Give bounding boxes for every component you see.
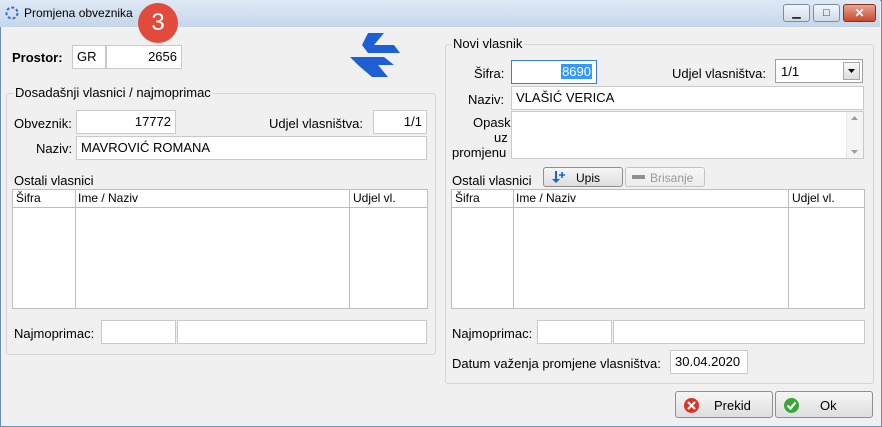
chevron-down-icon [848, 69, 855, 73]
maximize-icon: □ [823, 7, 830, 19]
right-ostali-label: Ostali vlasnici [452, 173, 532, 188]
left-grid-divider [75, 190, 76, 308]
left-grid-divider [349, 190, 350, 308]
left-najmoprimac-name-field[interactable] [177, 320, 427, 344]
obveznik-field[interactable]: 17772 [76, 110, 176, 134]
datum-label: Datum važenja promjene vlasništva: [452, 356, 661, 371]
app-icon [5, 6, 19, 20]
prekid-label: Prekid [714, 398, 751, 413]
cancel-icon [684, 398, 699, 413]
upis-label: Upis [576, 171, 601, 185]
right-grid-col-sifra[interactable]: Šifra [455, 191, 480, 205]
right-naziv-field[interactable]: VLAŠIĆ VERICA [511, 86, 864, 110]
right-najmoprimac-label: Najmoprimac: [452, 326, 533, 341]
brisanje-button[interactable]: Brisanje [625, 167, 705, 187]
upis-button[interactable]: Upis [543, 167, 623, 187]
left-najmoprimac-code-field[interactable] [101, 320, 176, 344]
udjel-dropdown-button[interactable] [843, 62, 860, 80]
right-grid-col-udjel[interactable]: Udjel vl. [792, 191, 835, 205]
right-sifra-label: Šifra: [474, 66, 505, 81]
prekid-button[interactable]: Prekid [675, 391, 773, 418]
scroll-up-icon[interactable] [850, 115, 859, 121]
scroll-down-icon[interactable] [850, 149, 859, 155]
close-button[interactable]: ✕ [843, 4, 876, 22]
right-udjel-selected: 1/1 [781, 64, 800, 79]
right-najmoprimac-code-field[interactable] [537, 320, 612, 344]
left-najmoprimac-label: Najmoprimac: [14, 326, 95, 341]
new-owner-group-title: Novi vlasnik [451, 36, 525, 51]
ownership-transfer-icon [350, 33, 400, 77]
right-sifra-field[interactable]: 8690 [511, 60, 597, 84]
datum-field[interactable]: 30.04.2020 [670, 350, 748, 374]
add-arrow-icon [552, 171, 565, 183]
left-naziv-label: Naziv: [36, 141, 73, 156]
right-naziv-label: Naziv: [468, 92, 505, 107]
right-udjel-select[interactable]: 1/1 [775, 59, 863, 83]
right-sifra-value: 8690 [561, 64, 592, 79]
ok-button[interactable]: Ok [775, 391, 873, 418]
opaska-textarea[interactable] [511, 111, 864, 159]
right-grid-col-naziv[interactable]: Ime / Naziv [516, 191, 576, 205]
minimize-button[interactable]: ▁ [783, 4, 810, 22]
left-grid-col-sifra[interactable]: Šifra [16, 191, 41, 205]
right-grid-divider [788, 190, 789, 308]
right-udjel-label: Udjel vlasništva: [672, 66, 766, 81]
ok-label: Ok [820, 398, 837, 413]
left-udjel-label: Udjel vlasništva: [269, 116, 363, 131]
prostor-number-field[interactable]: 2656 [106, 45, 182, 69]
left-ostali-label: Ostali vlasnici [14, 173, 94, 188]
title-bar[interactable]: Promjena obveznika ▁ □ ✕ [0, 0, 880, 27]
opaska-scrollbar[interactable] [846, 112, 863, 158]
left-udjel-field[interactable]: 1/1 [373, 110, 427, 134]
maximize-button[interactable]: □ [813, 4, 840, 22]
prostor-label: Prostor: [12, 50, 63, 65]
check-icon [784, 398, 799, 413]
step-badge: 3 [138, 3, 178, 43]
right-owners-grid[interactable]: Šifra Ime / Naziv Udjel vl. [451, 189, 865, 309]
obveznik-label: Obveznik: [14, 116, 72, 131]
right-najmoprimac-name-field[interactable] [613, 320, 865, 344]
prostor-code-field[interactable]: GR [72, 45, 106, 69]
left-owners-grid[interactable]: Šifra Ime / Naziv Udjel vl. [12, 189, 428, 309]
left-naziv-field[interactable]: MAVROVIĆ ROMANA [76, 136, 427, 160]
minus-icon [632, 175, 645, 179]
right-grid-divider [513, 190, 514, 308]
opaska-label-line2: uz [494, 130, 508, 145]
left-grid-col-udjel[interactable]: Udjel vl. [353, 191, 396, 205]
left-grid-col-naziv[interactable]: Ime / Naziv [78, 191, 138, 205]
brisanje-label: Brisanje [650, 171, 694, 185]
minimize-icon: ▁ [792, 7, 801, 19]
close-icon: ✕ [854, 6, 865, 20]
opaska-label-line3: promjenu [452, 145, 507, 160]
previous-owners-group-title: Dosadašnji vlasnici / najmoprimac [13, 85, 213, 100]
window-title: Promjena obveznika [24, 6, 133, 20]
